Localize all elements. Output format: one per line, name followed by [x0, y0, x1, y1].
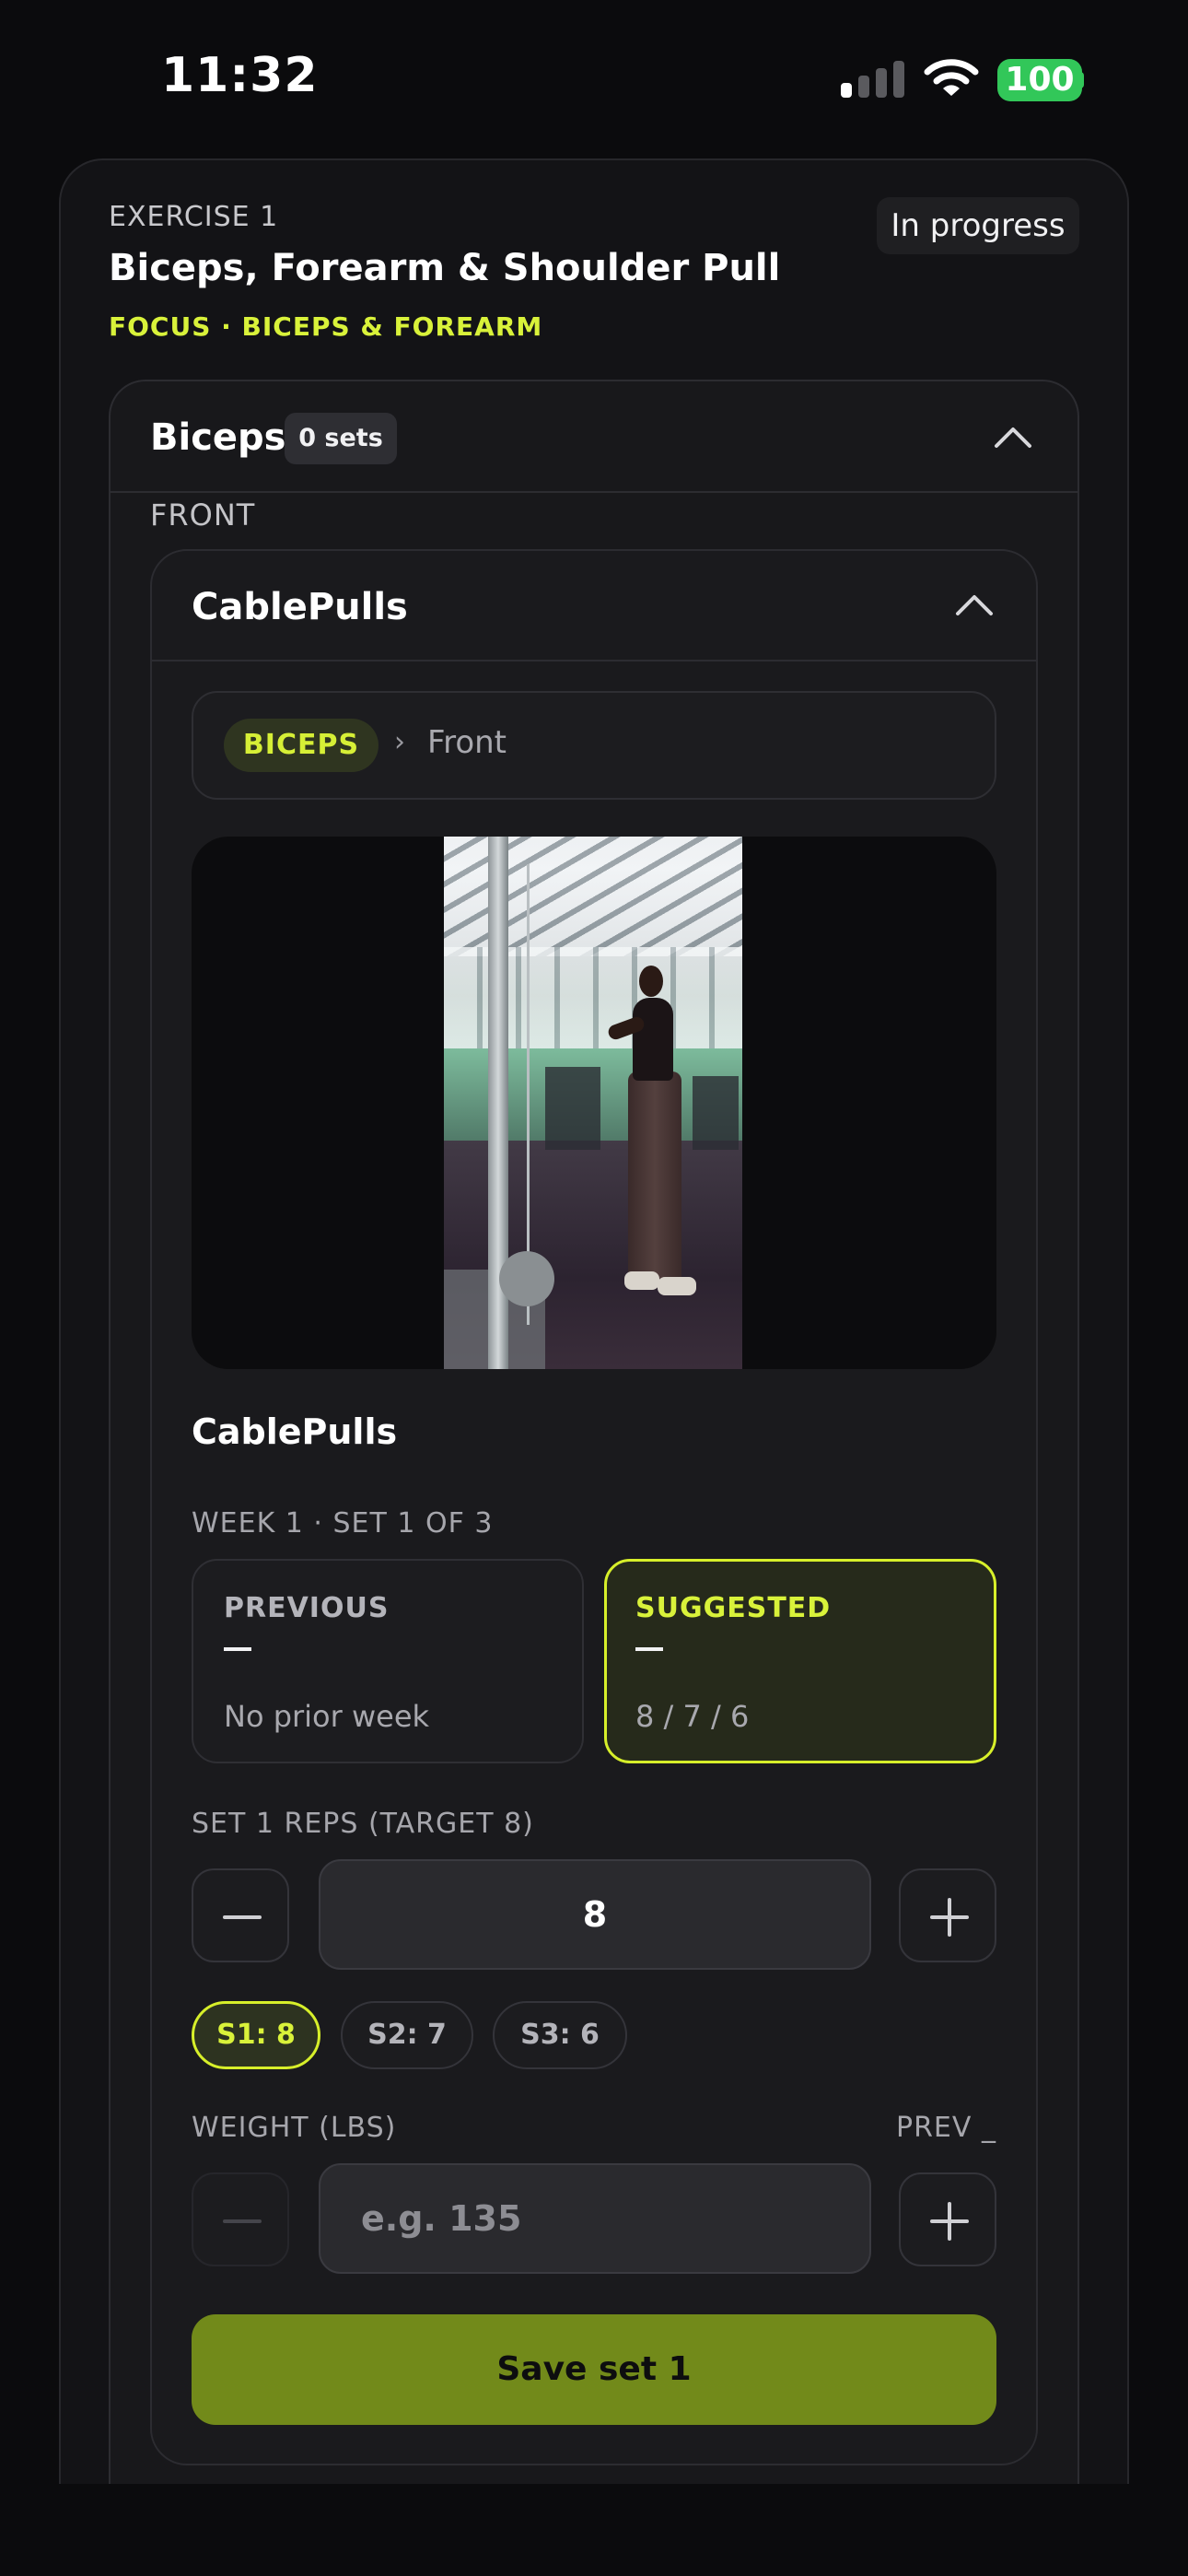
set-chip-1[interactable]: S1: 8	[192, 2001, 320, 2069]
chevron-up-icon	[995, 427, 1031, 448]
previous-title: PREVIOUS	[224, 1592, 390, 1624]
previous-text: No prior week	[224, 1699, 430, 1734]
video-frame	[444, 837, 742, 1369]
breadcrumb-location: Front	[427, 724, 507, 761]
muscle-group-title[interactable]: Biceps	[150, 416, 285, 459]
weight-decrement-button[interactable]	[192, 2172, 289, 2266]
movement-subtitle: CablePulls	[192, 1411, 398, 1452]
battery-icon: 100	[997, 59, 1082, 101]
suggested-title: SUGGESTED	[635, 1592, 832, 1624]
weight-increment-button[interactable]	[899, 2172, 996, 2266]
set-chip-2[interactable]: S2: 7	[341, 2001, 473, 2069]
status-badge: In progress	[877, 197, 1079, 254]
exercise-number: EXERCISE 1	[109, 201, 279, 233]
breadcrumb-separator: ›	[394, 726, 405, 758]
bottom-strip	[0, 2484, 1188, 2576]
muscle-group-collapse-button[interactable]	[993, 424, 1033, 450]
previous-dash	[224, 1647, 251, 1651]
suggested-text: 8 / 7 / 6	[635, 1699, 750, 1734]
set-chip-3[interactable]: S3: 6	[493, 2001, 627, 2069]
movement-collapse-button[interactable]	[954, 591, 995, 617]
exercise-focus: FOCUS · BICEPS & FOREARM	[109, 311, 543, 342]
weight-label: WEIGHT (LBS)	[192, 2112, 397, 2144]
sets-count-badge: 0 sets	[285, 413, 397, 464]
section-label: FRONT	[150, 498, 256, 533]
reps-decrement-button[interactable]	[192, 1868, 289, 1962]
reps-increment-button[interactable]	[899, 1868, 996, 1962]
exercise-title: Biceps, Forearm & Shoulder Pull	[109, 247, 781, 289]
minus-icon	[223, 2219, 262, 2223]
week-set-label: WEEK 1 · SET 1 OF 3	[192, 1507, 494, 1540]
chevron-up-icon	[956, 595, 993, 615]
divider	[152, 660, 1036, 662]
wifi-icon	[924, 57, 979, 98]
weight-prev-label: PREV _	[896, 2112, 996, 2144]
status-time: 11:32	[161, 48, 319, 103]
battery-nub	[1078, 72, 1084, 88]
minus-icon	[223, 1915, 262, 1919]
save-set-button[interactable]: Save set 1	[192, 2314, 996, 2425]
signal-icon	[841, 61, 905, 98]
status-bar: 11:32 100	[0, 0, 1188, 157]
exercise-video[interactable]	[192, 837, 996, 1369]
divider	[111, 491, 1077, 493]
suggested-dash	[635, 1647, 663, 1651]
reps-label: SET 1 REPS (TARGET 8)	[192, 1808, 534, 1840]
weight-input[interactable]	[319, 2163, 871, 2274]
reps-input[interactable]	[319, 1859, 871, 1970]
movement-title[interactable]: CablePulls	[192, 586, 408, 628]
muscle-tag: BICEPS	[224, 719, 379, 772]
